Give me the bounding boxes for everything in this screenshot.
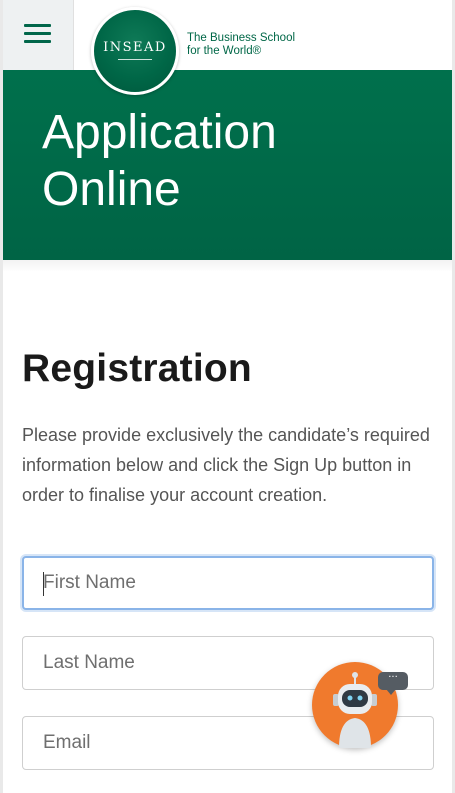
hamburger-menu-button[interactable] (3, 0, 74, 70)
logo-rule (118, 59, 152, 60)
text-caret (43, 572, 44, 596)
logo-text: INSEAD (103, 40, 167, 55)
registration-description: Please provide exclusively the candidate… (22, 425, 430, 505)
brand-tagline: The Business School for the World® (187, 32, 295, 58)
hero-title: Application Online (42, 104, 422, 218)
tagline-line-1: The Business School (187, 32, 296, 44)
hamburger-menu-icon-bar (24, 32, 51, 35)
registration-heading: Registration (22, 347, 252, 390)
hamburger-menu-icon (24, 24, 51, 27)
first-name-input[interactable] (22, 556, 434, 610)
hamburger-menu-icon-bar (24, 40, 51, 43)
tagline-line-2: for the World® (187, 45, 262, 57)
chat-bubble-icon[interactable]: ··· (378, 672, 408, 695)
hero-banner: Application Online (3, 70, 452, 260)
hero-title-line-1: Application (42, 106, 277, 159)
site-header: The Business School for the World® (3, 0, 452, 71)
content-shadow (3, 260, 452, 272)
hero-title-line-2: Online (42, 163, 181, 216)
insead-logo[interactable]: INSEAD (91, 7, 179, 95)
